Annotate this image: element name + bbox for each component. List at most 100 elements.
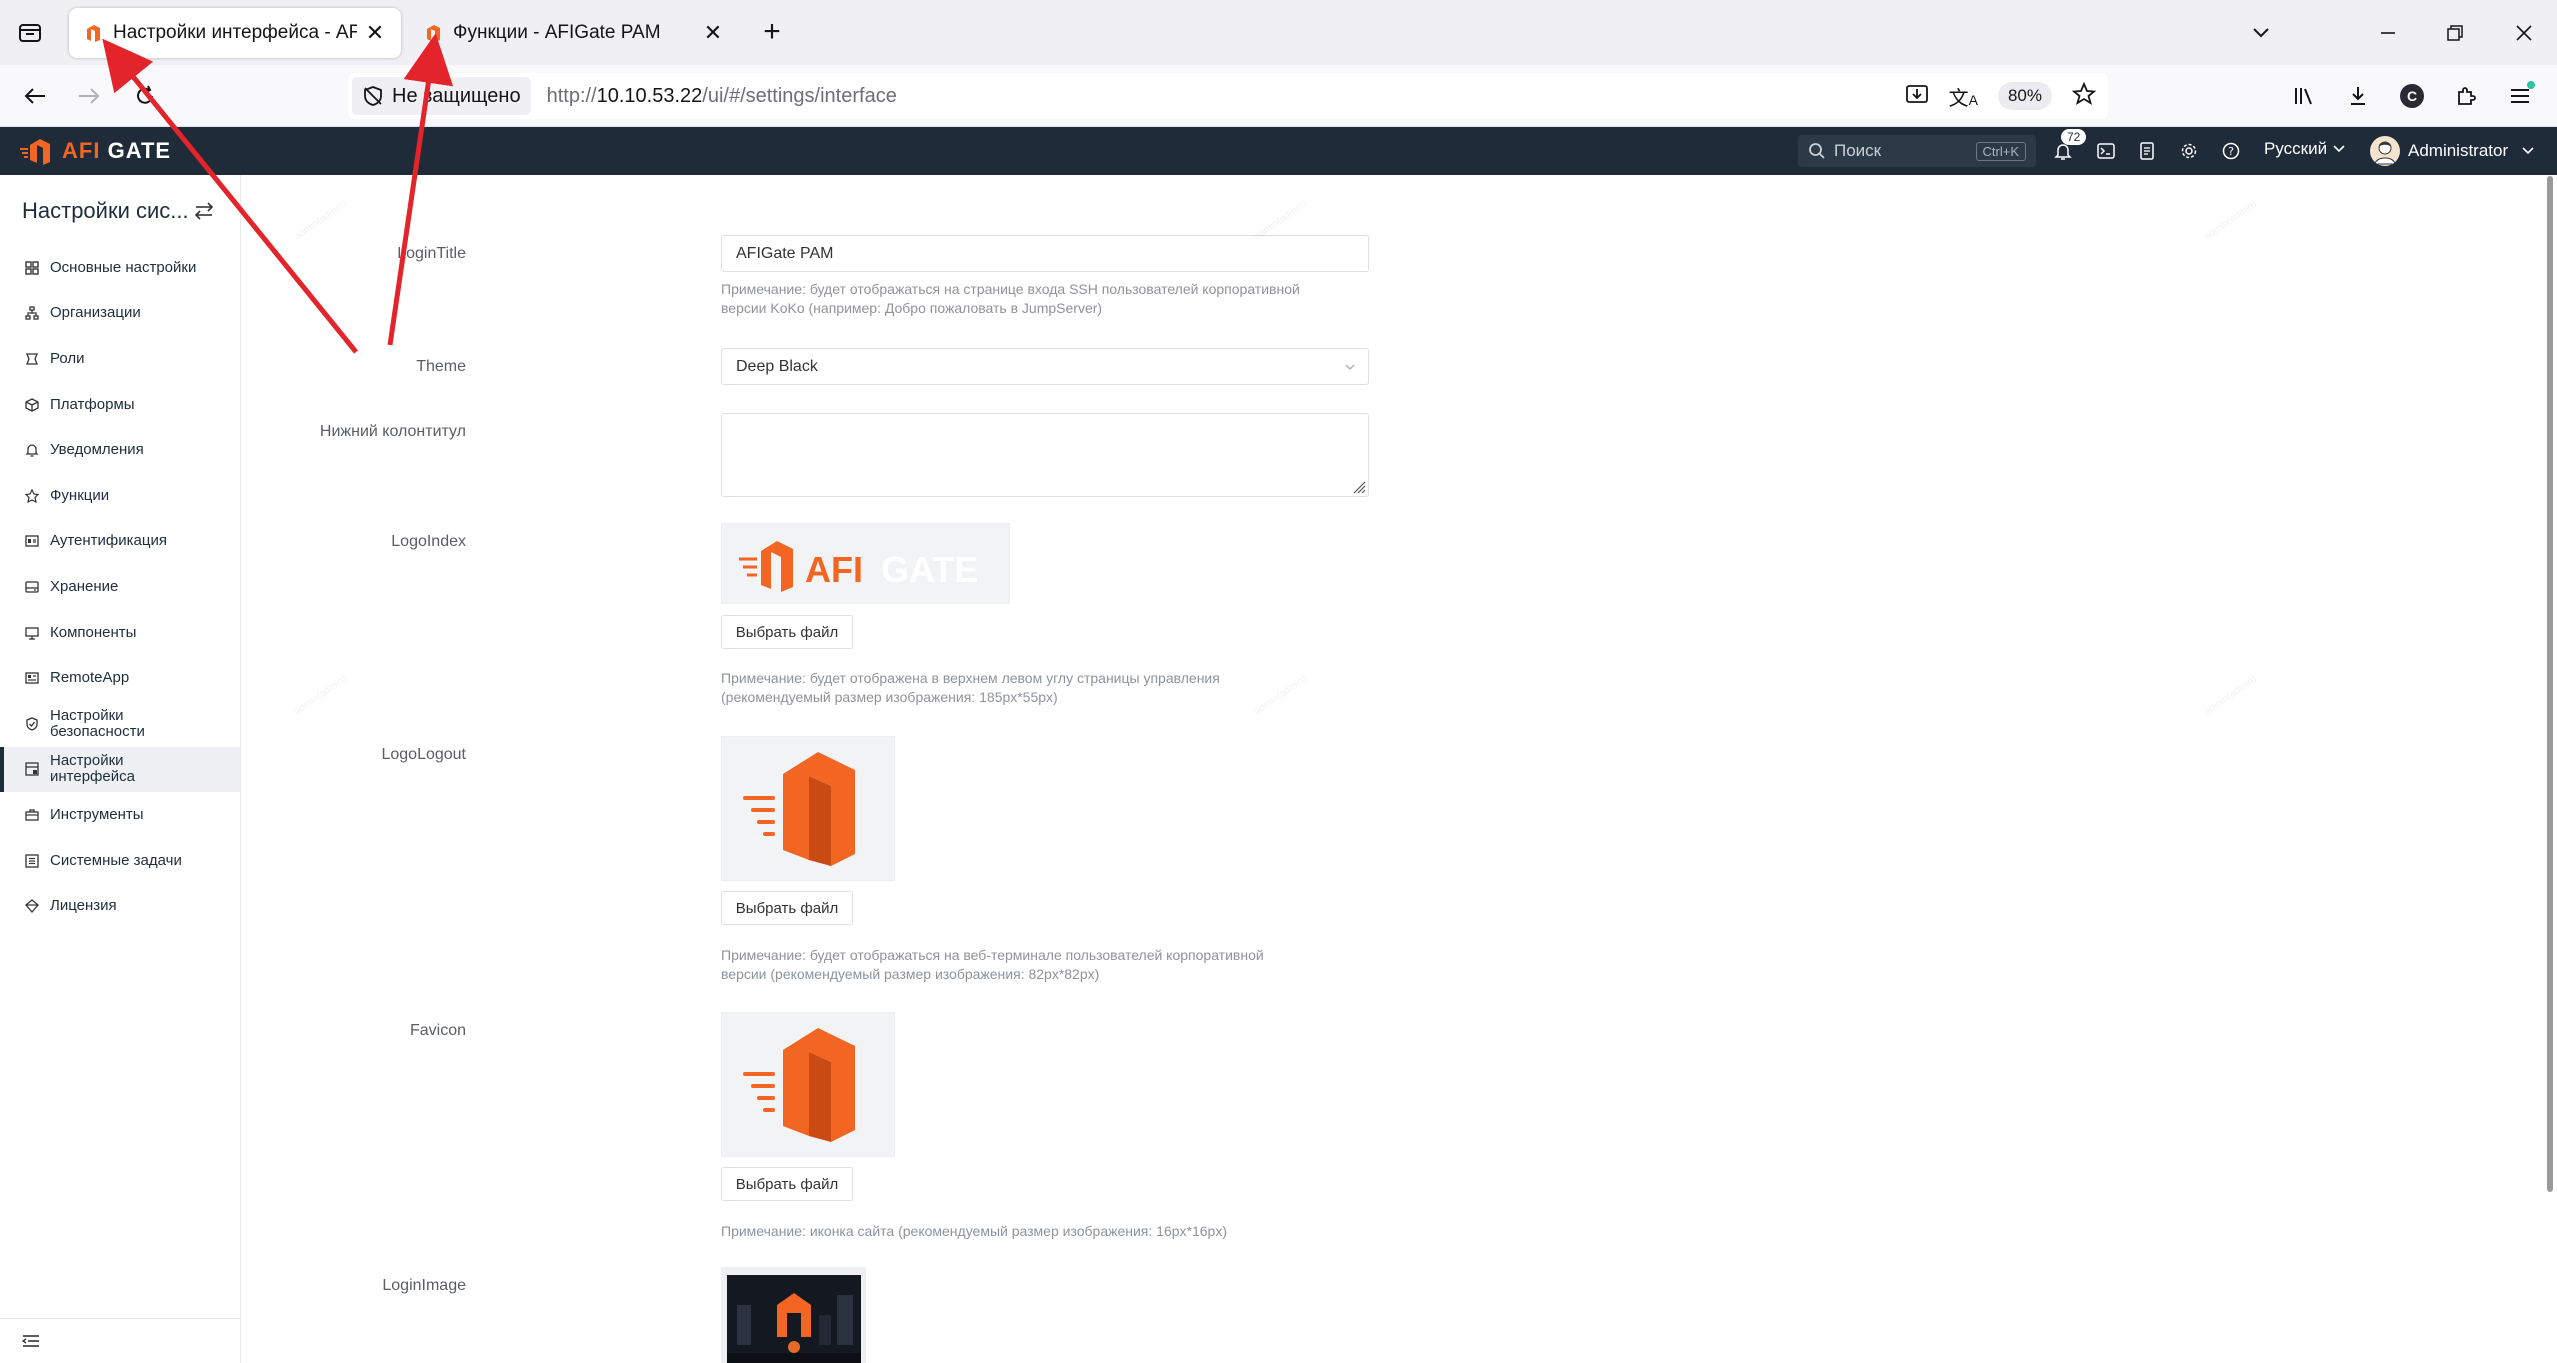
storage-icon bbox=[24, 579, 40, 595]
swap-arrows-icon[interactable] bbox=[192, 199, 216, 223]
bell-icon bbox=[24, 442, 40, 458]
user-avatar-icon bbox=[2370, 136, 2400, 166]
close-tab-icon[interactable]: ✕ bbox=[363, 20, 387, 45]
sidebar-item-organizations[interactable]: Организации bbox=[0, 291, 240, 337]
license-icon bbox=[24, 898, 40, 914]
resize-handle-icon[interactable] bbox=[1352, 480, 1366, 494]
back-arrow-icon[interactable] bbox=[18, 79, 52, 113]
gear-icon[interactable] bbox=[2178, 140, 2200, 162]
tab-list-icon[interactable] bbox=[14, 16, 46, 48]
sidebar-item-system-tasks[interactable]: Системные задачи bbox=[0, 838, 240, 884]
brand-logo[interactable]: AFI GATE bbox=[18, 135, 171, 167]
login-image-label: LoginImage bbox=[382, 1277, 466, 1294]
login-image-preview bbox=[721, 1267, 866, 1363]
user-name: Administrator bbox=[2408, 141, 2509, 160]
afigate-logo-icon bbox=[743, 752, 855, 866]
role-icon bbox=[24, 351, 40, 367]
chevron-down-icon bbox=[2522, 147, 2534, 155]
favicon-preview bbox=[721, 1012, 895, 1157]
user-menu[interactable]: Administrator bbox=[2370, 135, 2534, 167]
tab-interface-settings[interactable]: Настройки интерфейса - AFIGate PAM ✕ bbox=[69, 8, 401, 58]
sidebar-item-storage[interactable]: Хранение bbox=[0, 564, 240, 610]
browser-tab-strip: Настройки интерфейса - AFIGate PAM ✕ Фун… bbox=[0, 0, 2557, 65]
tools-icon bbox=[24, 807, 40, 823]
url-text[interactable]: http://10.10.53.22/ui/#/settings/interfa… bbox=[547, 85, 897, 108]
minimize-icon[interactable] bbox=[2372, 17, 2404, 49]
org-tree-icon bbox=[24, 305, 40, 321]
global-search[interactable]: Поиск Ctrl+K bbox=[1798, 135, 2036, 167]
help-icon[interactable]: ? bbox=[2220, 140, 2242, 162]
sidebar-item-features[interactable]: Функции bbox=[0, 473, 240, 519]
login-title-input[interactable]: AFIGate PAM bbox=[721, 235, 1369, 272]
tab-title: Функции - AFIGate PAM bbox=[453, 22, 661, 43]
sidebar-item-platforms[interactable]: Платформы bbox=[0, 382, 240, 428]
sidebar-item-basic-settings[interactable]: Основные настройки bbox=[0, 245, 240, 291]
zoom-level-badge[interactable]: 80% bbox=[1997, 82, 2052, 110]
search-placeholder: Поиск bbox=[1834, 141, 1882, 160]
grid-icon bbox=[24, 260, 40, 276]
close-tab-icon[interactable]: ✕ bbox=[701, 20, 725, 45]
logo-index-choose-file-button[interactable]: Выбрать файл bbox=[721, 615, 853, 649]
svg-text:AFI: AFI bbox=[805, 549, 863, 590]
remoteapp-icon bbox=[24, 670, 40, 686]
favicon-choose-file-button[interactable]: Выбрать файл bbox=[721, 1167, 853, 1201]
sidebar-item-security-settings[interactable]: Настройки безопасности bbox=[0, 701, 240, 747]
profile-avatar-icon[interactable]: C bbox=[2395, 79, 2429, 113]
afigate-favicon-icon bbox=[83, 23, 103, 43]
chevron-down-icon[interactable] bbox=[2245, 17, 2277, 49]
browser-nav-bar: Не защищено http://10.10.53.22/ui/#/sett… bbox=[0, 65, 2557, 127]
settings-menu: Основные настройки Организации Роли Плат… bbox=[0, 245, 240, 929]
sidebar-item-remoteapp[interactable]: RemoteApp bbox=[0, 655, 240, 701]
forward-arrow-icon[interactable] bbox=[72, 79, 106, 113]
notification-count-badge: 72 bbox=[2061, 129, 2087, 145]
sidebar-item-tools[interactable]: Инструменты bbox=[0, 792, 240, 838]
sidebar-item-roles[interactable]: Роли bbox=[0, 336, 240, 382]
translate-icon[interactable]: 文A bbox=[1949, 82, 1978, 111]
close-window-icon[interactable] bbox=[2508, 17, 2540, 49]
download-page-icon[interactable] bbox=[1905, 83, 1929, 110]
settings-sidebar: Настройки сис... Основные настройки Орга… bbox=[0, 175, 241, 1363]
reload-icon[interactable] bbox=[128, 79, 162, 113]
bookmark-star-icon[interactable] bbox=[2071, 81, 2097, 111]
footer-textarea[interactable] bbox=[721, 413, 1369, 497]
security-indicator[interactable]: Не защищено bbox=[352, 77, 531, 115]
sidebar-item-authentication[interactable]: Аутентификация bbox=[0, 519, 240, 565]
document-icon[interactable] bbox=[2136, 140, 2158, 162]
logo-logout-hint: Примечание: будет отображаться на веб-те… bbox=[721, 947, 1264, 982]
url-bar[interactable]: Не защищено http://10.10.53.22/ui/#/sett… bbox=[348, 73, 2108, 119]
sidebar-item-notifications[interactable]: Уведомления bbox=[0, 427, 240, 473]
monitor-icon bbox=[24, 625, 40, 641]
extensions-puzzle-icon[interactable] bbox=[2449, 79, 2483, 113]
theme-select[interactable]: Deep Black bbox=[721, 348, 1369, 385]
restore-window-icon[interactable] bbox=[2439, 17, 2471, 49]
footer-label: Нижний колонтитул bbox=[319, 423, 466, 440]
tab-features[interactable]: Функции - AFIGate PAM ✕ bbox=[409, 8, 739, 58]
theme-label: Theme bbox=[416, 358, 466, 375]
page-scrollbar-thumb[interactable] bbox=[2547, 176, 2553, 1192]
shield-icon bbox=[24, 716, 40, 732]
downloads-icon[interactable] bbox=[2341, 79, 2375, 113]
sidebar-title: Настройки сис... bbox=[22, 191, 222, 231]
app-menu-icon[interactable] bbox=[2503, 79, 2537, 113]
login-title-label: LoginTitle bbox=[397, 245, 466, 262]
new-tab-plus-icon[interactable]: + bbox=[757, 15, 787, 48]
svg-text:GATE: GATE bbox=[881, 549, 978, 590]
interface-settings-form: LoginTitle AFIGate PAM Примечание: будет… bbox=[241, 175, 2541, 1363]
library-icon[interactable] bbox=[2287, 79, 2321, 113]
search-shortcut: Ctrl+K bbox=[1975, 141, 2026, 161]
collapse-sidebar-button[interactable] bbox=[0, 1318, 240, 1363]
search-icon bbox=[1809, 143, 1825, 159]
tab-title: Настройки интерфейса - AFIGate PAM bbox=[113, 22, 357, 43]
tasks-icon bbox=[24, 853, 40, 869]
logo-logout-choose-file-button[interactable]: Выбрать файл bbox=[721, 891, 853, 925]
afigate-logo-icon bbox=[20, 139, 50, 165]
afigate-logo-icon bbox=[743, 1028, 855, 1142]
terminal-icon[interactable] bbox=[2095, 140, 2117, 162]
favicon-hint: Примечание: иконка сайта (рекомендуемый … bbox=[721, 1223, 1227, 1239]
language-selector[interactable]: Русский bbox=[2264, 139, 2345, 159]
security-label: Не защищено bbox=[392, 84, 521, 107]
sidebar-item-license[interactable]: Лицензия bbox=[0, 883, 240, 929]
sidebar-item-components[interactable]: Компоненты bbox=[0, 610, 240, 656]
auth-icon bbox=[24, 533, 40, 549]
sidebar-item-interface-settings[interactable]: Настройки интерфейса bbox=[0, 746, 240, 793]
